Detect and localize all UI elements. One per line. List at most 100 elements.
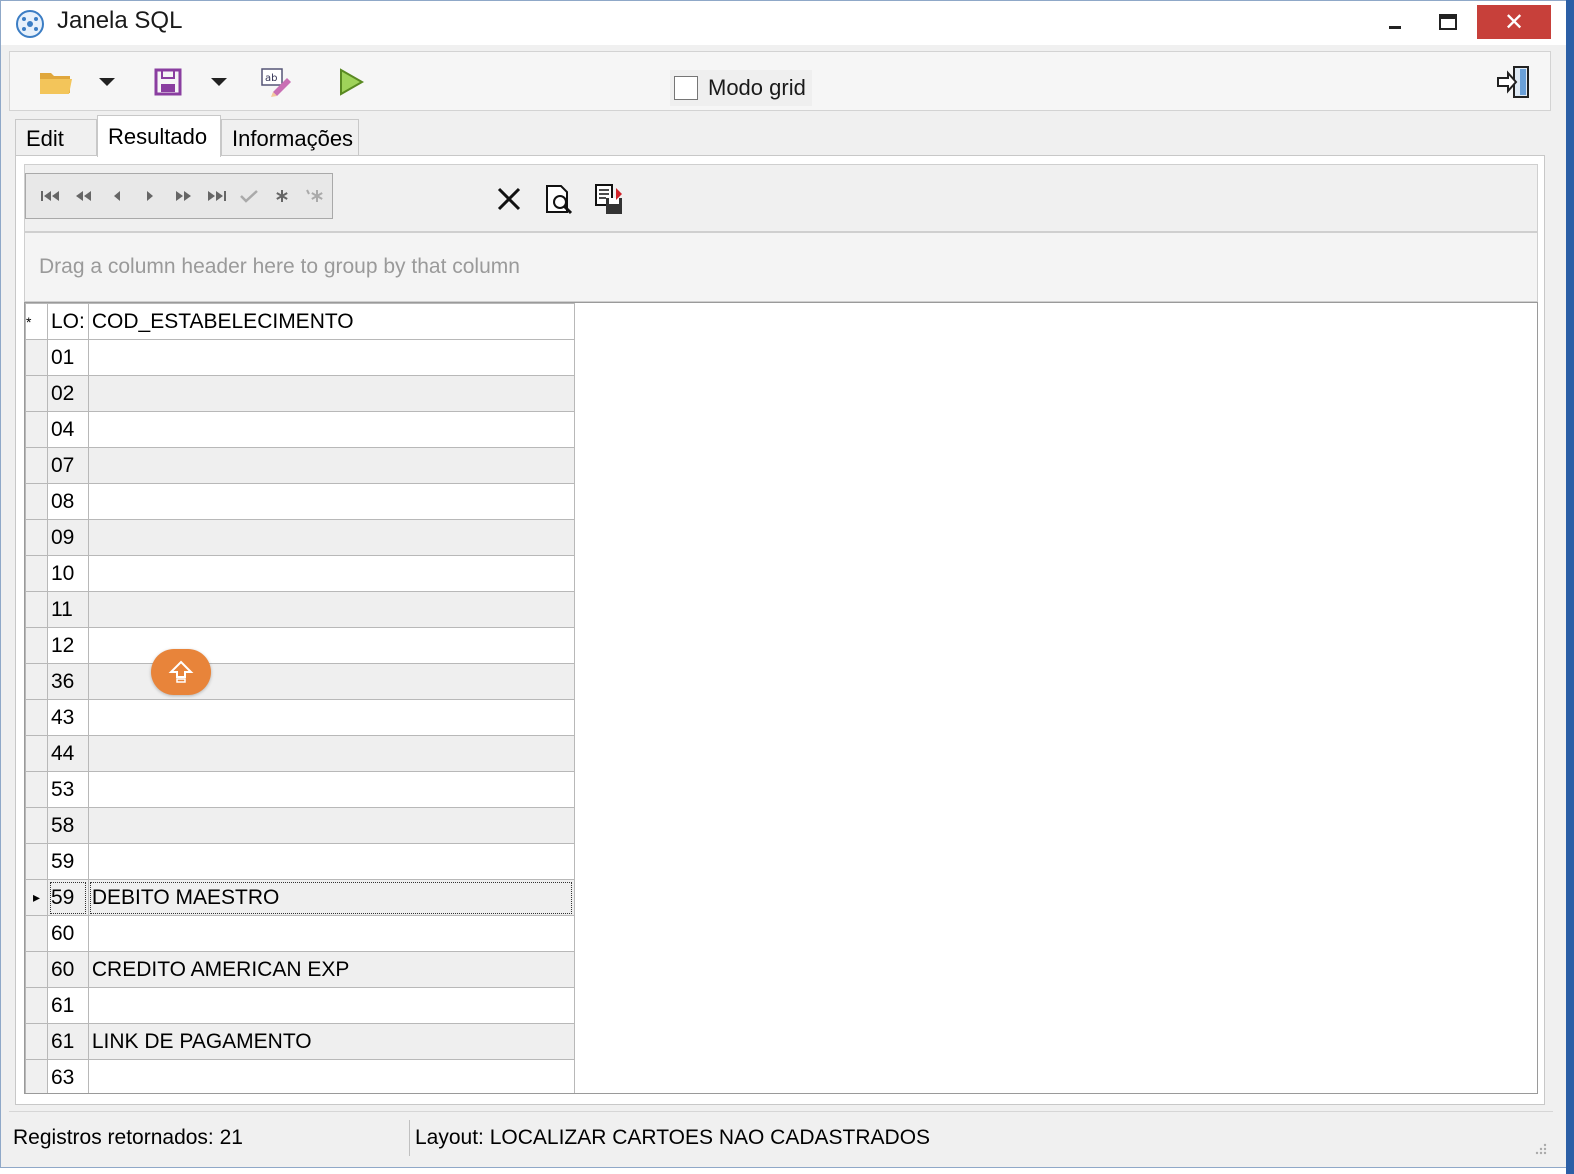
table-row[interactable]: 60 CREDITO AMERICAN EXP — [25, 951, 575, 988]
table-row[interactable]: 09 — [25, 519, 575, 556]
table-row[interactable]: 43 — [25, 699, 575, 736]
cell-cod-estabelecimento[interactable] — [87, 519, 575, 556]
export-button[interactable] — [591, 181, 627, 217]
row-indicator[interactable] — [25, 1059, 48, 1093]
insert-button[interactable] — [266, 176, 299, 216]
edit-text-button[interactable]: ab — [256, 64, 296, 100]
cell-cod-estabelecimento[interactable] — [87, 1059, 575, 1093]
cell-lo[interactable]: 61 — [47, 987, 89, 1024]
save-button[interactable] — [150, 64, 186, 100]
table-row[interactable]: 63 — [25, 1059, 575, 1093]
row-indicator[interactable] — [25, 843, 48, 880]
cell-cod-estabelecimento[interactable] — [87, 375, 575, 412]
close-button[interactable]: ✕ — [1477, 5, 1551, 39]
row-indicator[interactable] — [25, 627, 48, 664]
delete-button[interactable] — [491, 181, 527, 217]
modo-grid-checkbox[interactable] — [674, 76, 698, 100]
table-row[interactable]: 44 — [25, 735, 575, 772]
row-indicator[interactable] — [25, 771, 48, 808]
next-record-button[interactable] — [133, 176, 166, 216]
cell-lo[interactable]: 08 — [47, 483, 89, 520]
table-row[interactable]: 10 — [25, 555, 575, 592]
row-indicator[interactable] — [25, 591, 48, 628]
table-row[interactable]: 04 — [25, 411, 575, 448]
cell-lo[interactable]: 43 — [47, 699, 89, 736]
cell-cod-estabelecimento[interactable]: DEBITO MAESTRO — [87, 879, 575, 916]
cell-lo[interactable]: 58 — [47, 807, 89, 844]
exit-button[interactable] — [1494, 64, 1534, 100]
table-row[interactable]: 01 — [25, 339, 575, 376]
cell-lo[interactable]: 60 — [47, 915, 89, 952]
row-indicator[interactable] — [25, 375, 48, 412]
cell-lo[interactable]: 07 — [47, 447, 89, 484]
table-row[interactable]: 58 — [25, 807, 575, 844]
preview-button[interactable] — [541, 181, 577, 217]
cell-lo[interactable]: 04 — [47, 411, 89, 448]
row-indicator[interactable] — [25, 951, 48, 988]
next-page-button[interactable] — [166, 176, 199, 216]
tab-informacoes[interactable]: Informações — [221, 119, 359, 157]
cell-cod-estabelecimento[interactable]: CREDITO AMERICAN EXP — [87, 951, 575, 988]
row-indicator[interactable] — [25, 807, 48, 844]
cell-cod-estabelecimento[interactable] — [87, 699, 575, 736]
cell-cod-estabelecimento[interactable] — [87, 987, 575, 1024]
table-row[interactable]: 61 LINK DE PAGAMENTO — [25, 1023, 575, 1060]
cell-cod-estabelecimento[interactable] — [87, 915, 575, 952]
cell-cod-estabelecimento[interactable]: LINK DE PAGAMENTO — [87, 1023, 575, 1060]
column-header-lo[interactable]: LO: — [47, 303, 89, 340]
cell-cod-estabelecimento[interactable] — [87, 591, 575, 628]
table-row[interactable]: 61 — [25, 987, 575, 1024]
cell-cod-estabelecimento[interactable] — [87, 735, 575, 772]
table-row[interactable]: 12 — [25, 627, 575, 664]
run-button[interactable] — [332, 64, 368, 100]
cell-lo[interactable]: 59 — [47, 879, 89, 916]
cell-lo[interactable]: 11 — [47, 591, 89, 628]
cell-lo[interactable]: 01 — [47, 339, 89, 376]
row-indicator[interactable]: ▸ — [25, 879, 48, 916]
cell-cod-estabelecimento[interactable] — [87, 447, 575, 484]
group-by-panel[interactable]: Drag a column header here to group by th… — [24, 232, 1538, 302]
cell-lo[interactable]: 59 — [47, 843, 89, 880]
row-indicator[interactable] — [25, 1023, 48, 1060]
row-indicator[interactable] — [25, 915, 48, 952]
cell-lo[interactable]: 61 — [47, 1023, 89, 1060]
cell-lo[interactable]: 53 — [47, 771, 89, 808]
row-indicator[interactable] — [25, 483, 48, 520]
column-header-cod-estabelecimento[interactable]: COD_ESTABELECIMENTO — [87, 303, 575, 340]
cell-lo[interactable]: 60 — [47, 951, 89, 988]
cell-lo[interactable]: 36 — [47, 663, 89, 700]
row-indicator[interactable] — [25, 735, 48, 772]
cell-cod-estabelecimento[interactable] — [87, 411, 575, 448]
cell-lo[interactable]: 09 — [47, 519, 89, 556]
table-row[interactable]: 60 — [25, 915, 575, 952]
row-indicator[interactable] — [25, 663, 48, 700]
cell-cod-estabelecimento[interactable] — [87, 339, 575, 376]
prev-page-button[interactable] — [67, 176, 100, 216]
open-dropdown[interactable] — [96, 64, 118, 100]
row-indicator[interactable] — [25, 411, 48, 448]
cell-lo[interactable]: 63 — [47, 1059, 89, 1093]
table-row[interactable]: ▸ 59 DEBITO MAESTRO — [25, 879, 575, 916]
indicator-header[interactable]: * — [25, 303, 48, 340]
row-indicator[interactable] — [25, 699, 48, 736]
first-record-button[interactable] — [34, 176, 67, 216]
cell-cod-estabelecimento[interactable] — [87, 483, 575, 520]
resize-grip-icon[interactable] — [1533, 1141, 1547, 1155]
cell-lo[interactable]: 44 — [47, 735, 89, 772]
table-row[interactable]: 07 — [25, 447, 575, 484]
cell-cod-estabelecimento[interactable] — [87, 843, 575, 880]
table-row[interactable]: 36 — [25, 663, 575, 700]
append-button[interactable] — [299, 176, 332, 216]
tab-resultado[interactable]: Resultado — [97, 115, 221, 157]
floating-upload-button[interactable] — [151, 649, 211, 695]
modo-grid-toggle[interactable]: Modo grid — [670, 70, 812, 106]
row-indicator[interactable] — [25, 519, 48, 556]
last-record-button[interactable] — [200, 176, 233, 216]
maximize-button[interactable] — [1425, 5, 1471, 39]
cell-cod-estabelecimento[interactable] — [87, 807, 575, 844]
prev-record-button[interactable] — [100, 176, 133, 216]
row-indicator[interactable] — [25, 339, 48, 376]
post-button[interactable] — [233, 176, 266, 216]
cell-lo[interactable]: 10 — [47, 555, 89, 592]
row-indicator[interactable] — [25, 555, 48, 592]
